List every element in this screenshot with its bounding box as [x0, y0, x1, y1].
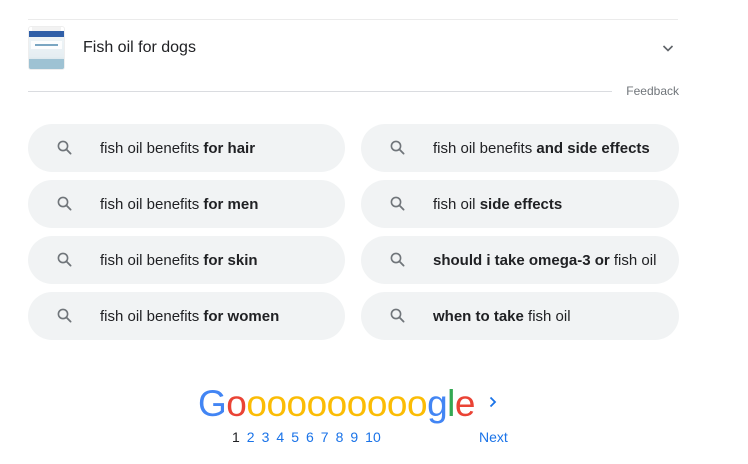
google-pagination-logo: Goooooooooogle [198, 382, 475, 426]
logo-letter: o [346, 383, 368, 424]
logo-letter: l [447, 383, 455, 424]
logo-letter: g [427, 383, 448, 424]
page-number-link[interactable]: 7 [321, 429, 329, 445]
top-divider [28, 19, 678, 20]
logo-letter: G [198, 383, 227, 424]
logo-letter: o [386, 383, 408, 424]
page-number-link[interactable]: 9 [350, 429, 358, 445]
people-also-search-accordion[interactable]: Fish oil for dogs [28, 22, 678, 74]
related-search-pill[interactable]: should i take omega-3 or fish oil [361, 236, 679, 284]
pagination: Goooooooooogle 1 2 3 4 5 6 7 8 9 10 Next [0, 382, 748, 452]
feedback-link[interactable]: Feedback [626, 84, 679, 98]
logo-letter: o [366, 383, 388, 424]
search-icon [57, 140, 72, 155]
search-icon [57, 196, 72, 211]
chevron-right-icon[interactable] [486, 394, 500, 410]
page-number-link[interactable]: 5 [291, 429, 299, 445]
logo-letter: o [226, 383, 247, 424]
related-search-pill[interactable]: fish oil benefits for skin [28, 236, 345, 284]
logo-letter: o [246, 383, 267, 424]
feedback-divider [28, 91, 612, 92]
search-icon [390, 140, 405, 155]
page-numbers: 1 2 3 4 5 6 7 8 9 10 [232, 429, 395, 445]
logo-letter: o [286, 383, 308, 424]
feedback-row: Feedback [28, 82, 679, 100]
related-search-text: fish oil benefits for men [100, 195, 259, 213]
related-search-pill[interactable]: fish oil benefits for women [28, 292, 345, 340]
product-jar-thumbnail [28, 26, 65, 70]
chevron-down-icon[interactable] [660, 40, 676, 56]
accordion-title: Fish oil for dogs [83, 39, 196, 56]
related-search-pill[interactable]: fish oil side effects [361, 180, 679, 228]
logo-letter: o [326, 383, 348, 424]
related-search-pill[interactable]: when to take fish oil [361, 292, 679, 340]
page-number-link[interactable]: 3 [262, 429, 270, 445]
search-icon [390, 308, 405, 323]
current-page: 1 [232, 429, 240, 445]
related-search-text: should i take omega-3 or fish oil [433, 251, 657, 269]
related-search-text: fish oil side effects [433, 195, 563, 213]
related-search-text: fish oil benefits for women [100, 307, 280, 325]
logo-letter: o [406, 383, 428, 424]
logo-letter: o [266, 383, 287, 424]
search-icon [390, 196, 405, 211]
next-page-link[interactable]: Next [479, 429, 508, 445]
related-search-text: fish oil benefits and side effects [433, 139, 650, 157]
search-icon [57, 252, 72, 267]
related-search-pill[interactable]: fish oil benefits and side effects [361, 124, 679, 172]
search-icon [390, 252, 405, 267]
related-search-text: when to take fish oil [433, 307, 571, 325]
search-icon [57, 308, 72, 323]
related-search-pill[interactable]: fish oil benefits for hair [28, 124, 345, 172]
related-search-text: fish oil benefits for skin [100, 251, 258, 269]
page-number-link[interactable]: 4 [276, 429, 284, 445]
related-search-pill[interactable]: fish oil benefits for men [28, 180, 345, 228]
page-number-link[interactable]: 10 [365, 429, 381, 445]
logo-letter: e [454, 383, 476, 424]
page-number-link[interactable]: 2 [247, 429, 255, 445]
related-search-text: fish oil benefits for hair [100, 139, 256, 157]
page-number-link[interactable]: 8 [336, 429, 344, 445]
logo-letter: o [306, 383, 328, 424]
page-number-link[interactable]: 6 [306, 429, 314, 445]
